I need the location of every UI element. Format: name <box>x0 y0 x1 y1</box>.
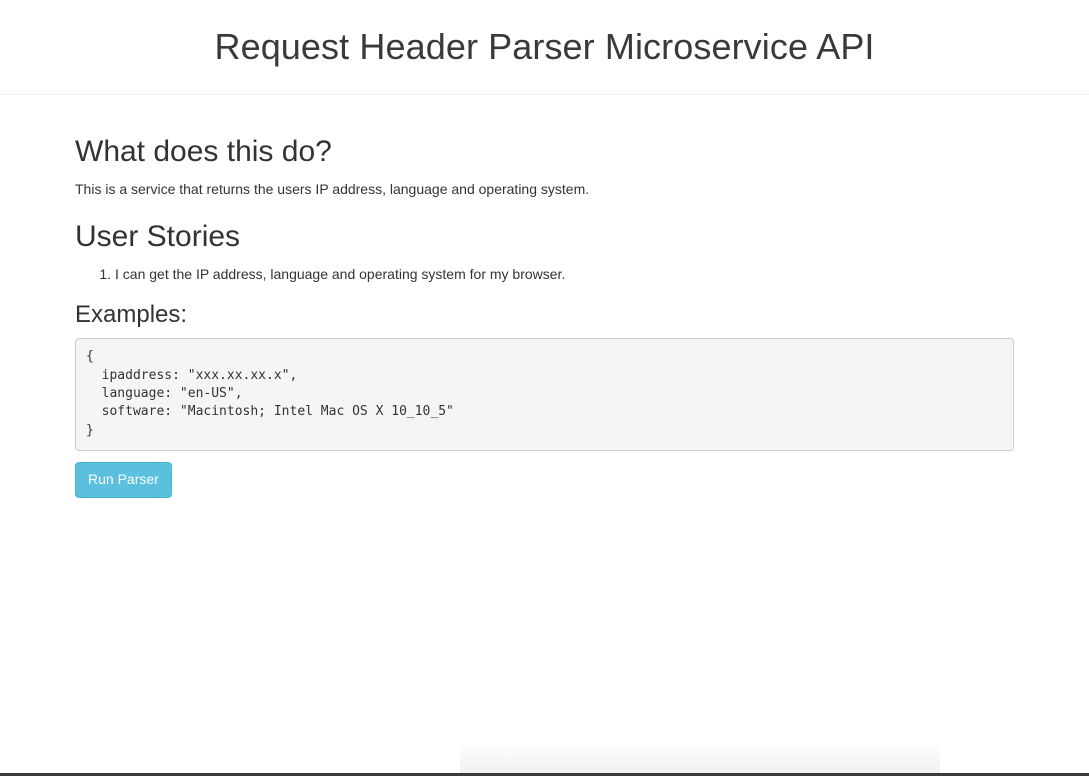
code-line: } <box>86 422 94 438</box>
main-content: What does this do? This is a service tha… <box>75 95 1014 498</box>
user-stories-list: I can get the IP address, language and o… <box>75 265 1014 285</box>
examples-heading: Examples: <box>75 301 188 329</box>
bottom-fade <box>460 743 940 773</box>
code-line: ipaddress: "xxx.xx.xx.x", <box>86 367 298 383</box>
page-title: Request Header Parser Microservice API <box>214 26 875 67</box>
about-heading: What does this do? <box>75 135 332 168</box>
page: Request Header Parser Microservice API W… <box>0 0 1089 776</box>
code-line: language: "en-US", <box>86 385 243 401</box>
user-story-item: I can get the IP address, language and o… <box>115 265 1014 285</box>
user-stories-heading: User Stories <box>75 219 241 253</box>
example-code-block: { ipaddress: "xxx.xx.xx.x", language: "e… <box>75 337 1014 451</box>
run-parser-button[interactable]: Run Parser <box>75 461 172 498</box>
about-description: This is a service that returns the users… <box>75 181 590 197</box>
code-line: { <box>86 349 94 365</box>
code-line: software: "Macintosh; Intel Mac OS X 10_… <box>86 404 454 420</box>
page-header: Request Header Parser Microservice API <box>0 0 1089 95</box>
